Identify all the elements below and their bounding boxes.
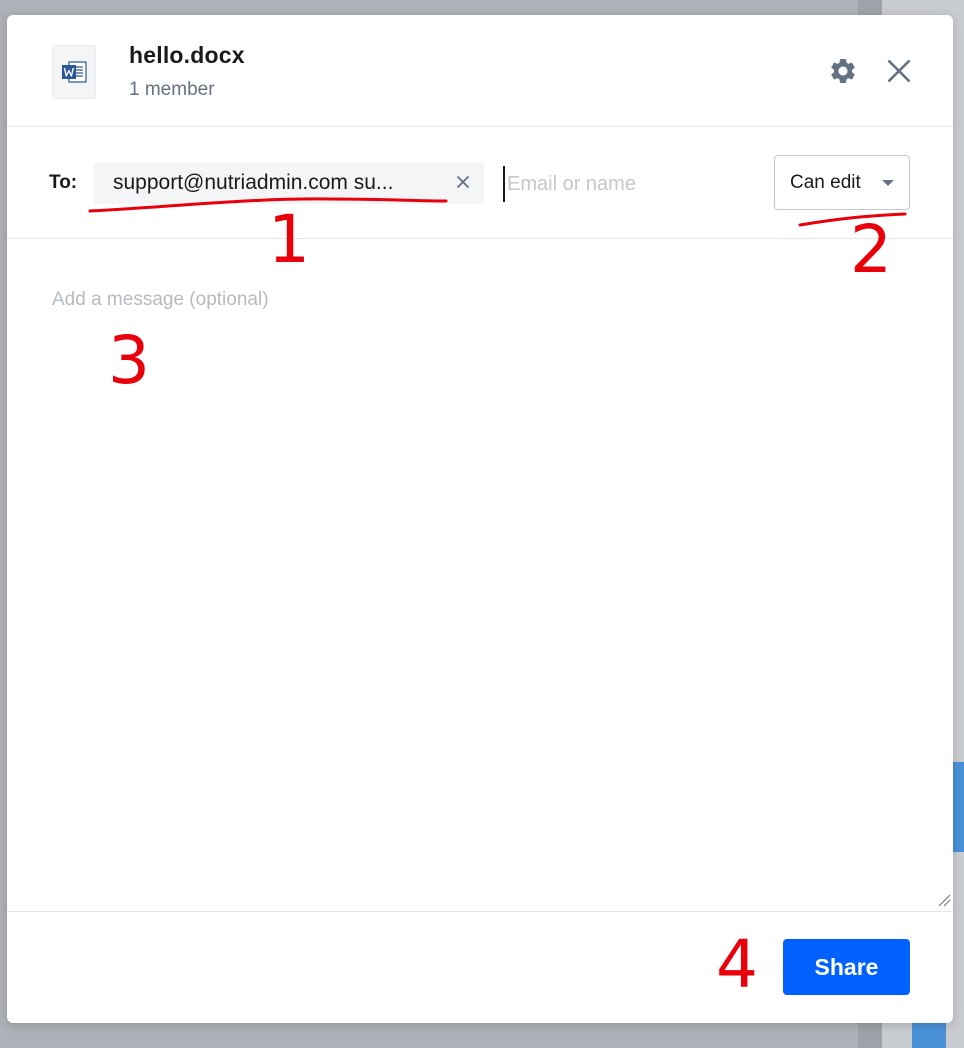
recipient-chip[interactable]: support@nutriadmin.com su... [94,162,484,204]
member-count[interactable]: 1 member [129,79,215,101]
recipient-chip-label: support@nutriadmin.com su... [113,171,394,194]
permission-dropdown[interactable]: Can edit [774,155,910,210]
dialog-footer: Share [7,911,953,1023]
share-dialog: hello.docx 1 member To: support@nutriadm… [7,15,953,1023]
file-name-title: hello.docx [129,42,245,68]
remove-recipient-button[interactable] [452,171,474,193]
recipients-row: To: support@nutriadmin.com su... Can edi… [7,126,953,239]
dialog-header: hello.docx 1 member [7,15,953,127]
close-icon [457,176,469,188]
close-icon [887,59,911,83]
permission-label: Can edit [790,171,861,193]
settings-button[interactable] [825,53,861,89]
message-textarea[interactable] [7,239,953,911]
background-blue-element [912,1020,946,1048]
share-button[interactable]: Share [783,939,910,995]
resize-handle-icon[interactable] [935,891,951,907]
word-document-icon [52,45,96,99]
caret-down-icon [882,180,894,186]
email-or-name-input[interactable] [503,166,753,202]
to-label: To: [49,172,78,193]
gear-icon [831,58,855,83]
close-button[interactable] [881,53,917,89]
